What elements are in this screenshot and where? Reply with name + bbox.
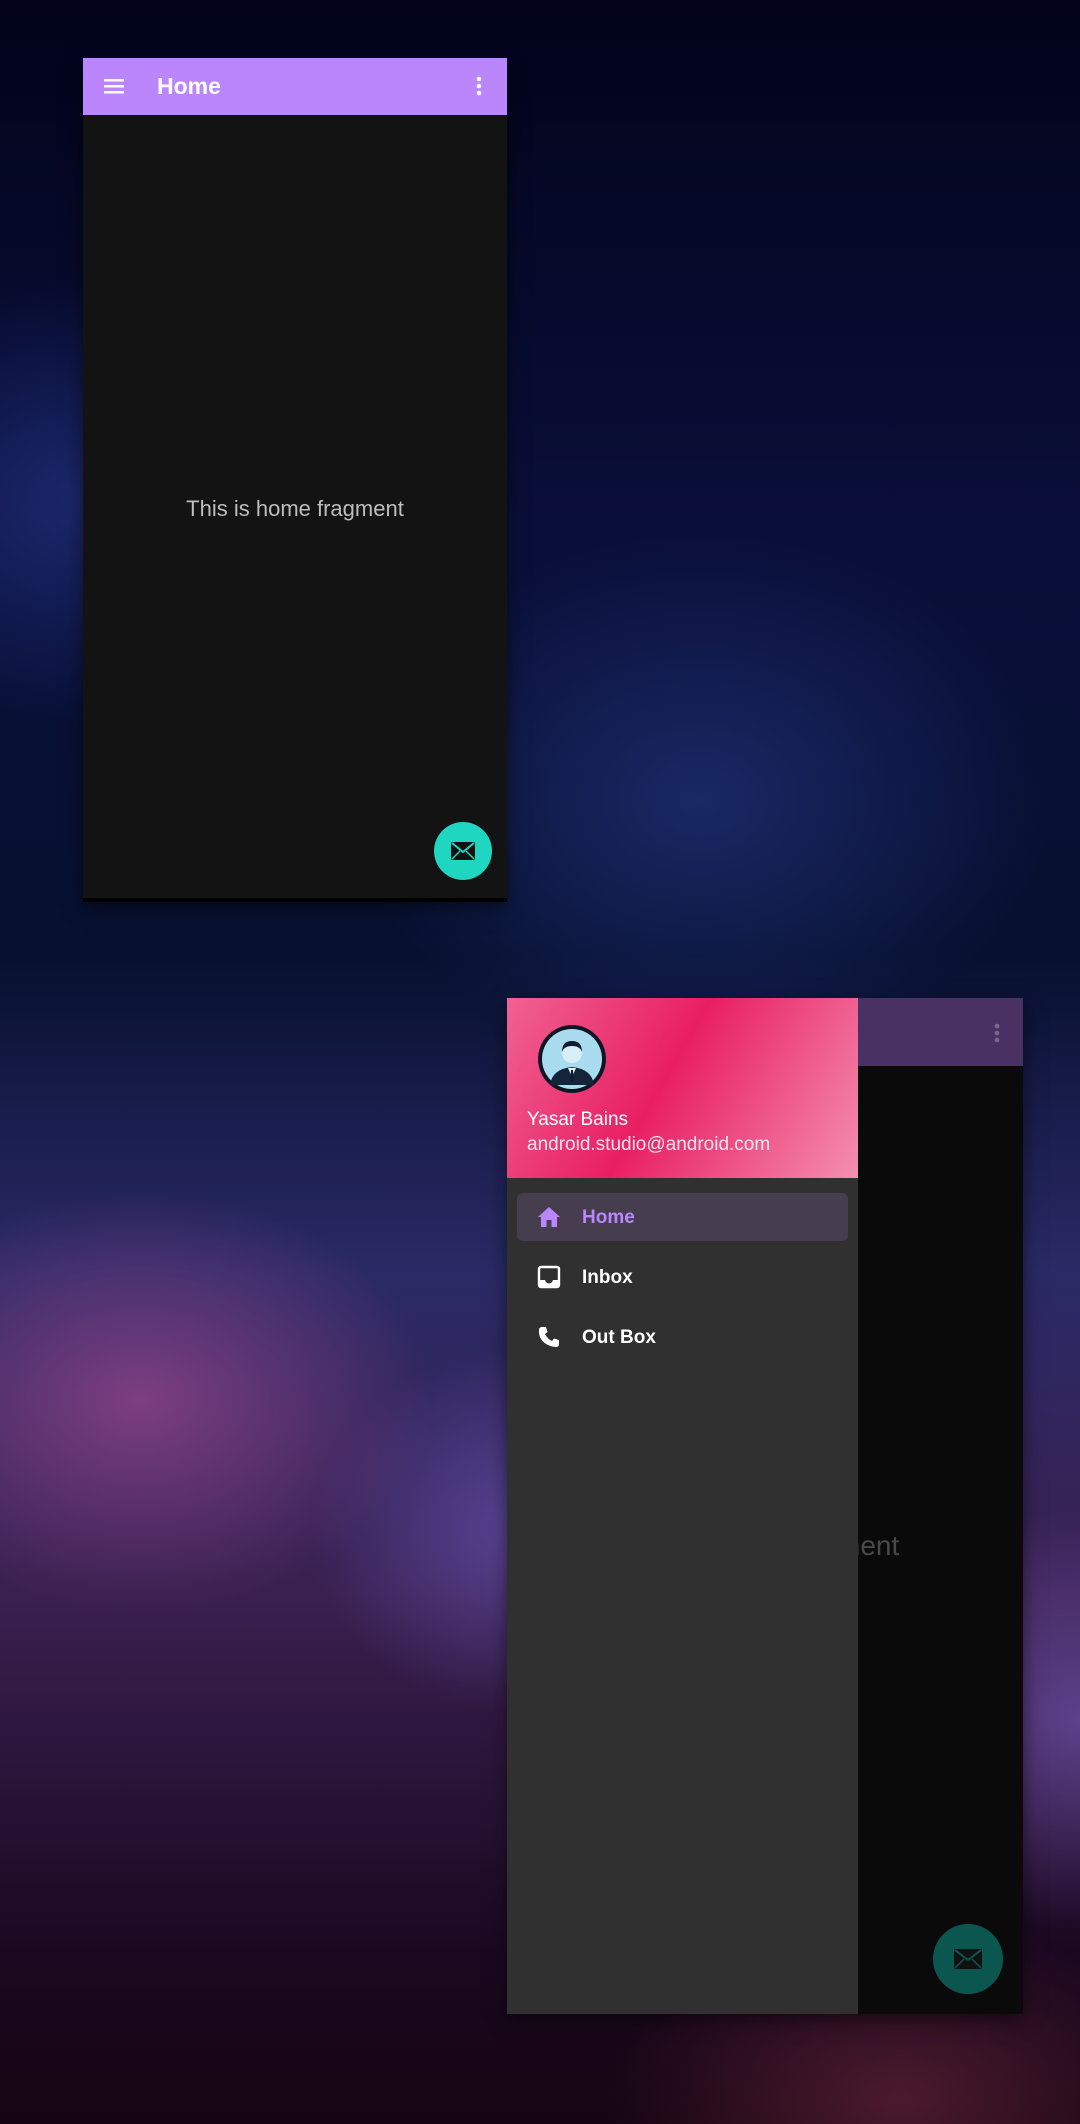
- toolbar-title: Home: [157, 73, 221, 99]
- inbox-icon: [536, 1265, 562, 1289]
- home-fragment-text: This is home fragment: [186, 496, 404, 521]
- user-email: android.studio@android.com: [527, 1134, 771, 1155]
- hamburger-menu-icon[interactable]: [102, 75, 126, 97]
- user-avatar[interactable]: [538, 1025, 606, 1093]
- nav-item-home[interactable]: Home: [517, 1193, 848, 1241]
- phone-icon: [536, 1325, 562, 1349]
- nav-item-inbox[interactable]: Inbox: [517, 1253, 848, 1301]
- home-screen-card[interactable]: Home This is home fragment: [83, 58, 507, 902]
- nav-item-outbox[interactable]: Out Box: [517, 1313, 848, 1361]
- nav-item-label: Out Box: [582, 1327, 656, 1348]
- user-name: Yasar Bains: [527, 1109, 629, 1130]
- nav-item-label: Inbox: [582, 1267, 633, 1288]
- nav-item-label: Home: [582, 1207, 635, 1228]
- toolbar: Home: [83, 58, 507, 115]
- more-vert-icon[interactable]: [476, 75, 482, 97]
- drawer-screen-card[interactable]: ment Yasar Bains android.studio@android.…: [507, 998, 1023, 2014]
- drawer-header: Yasar Bains android.studio@android.com: [507, 998, 858, 1178]
- navigation-drawer: Yasar Bains android.studio@android.com H…: [507, 998, 858, 2014]
- mail-fab-button[interactable]: [434, 822, 492, 880]
- more-vert-icon: [994, 1022, 1000, 1044]
- dimmed-mail-fab: [933, 1924, 1003, 1994]
- home-icon: [536, 1205, 562, 1229]
